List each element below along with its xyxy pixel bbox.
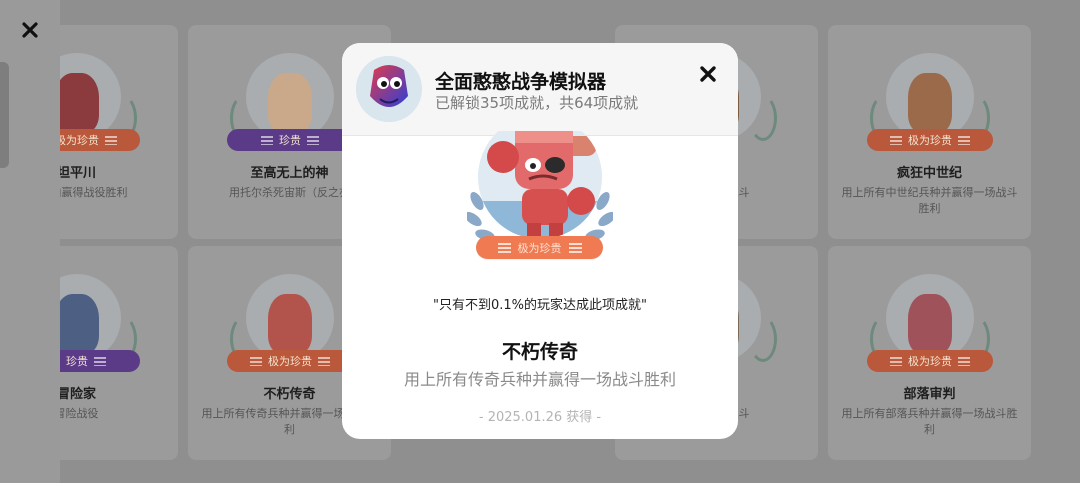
card-title: 疯狂中世纪: [896, 166, 962, 181]
badge-stripes-icon: [958, 135, 970, 145]
rarity-badge: 极为珍贵: [60, 129, 140, 151]
sidebar-tab[interactable]: [0, 62, 9, 168]
achievement-name: 不朽传奇: [501, 341, 578, 363]
badge-stripes-icon: [497, 242, 511, 253]
rarity-badge: 极为珍贵: [867, 350, 993, 372]
badge-stripes-icon: [307, 135, 319, 145]
card-title: 冒险家: [60, 387, 96, 402]
achievement-card[interactable]: 极为珍贵疯狂中世纪用上所有中世纪兵种并赢得一场战斗胜利: [828, 25, 1031, 239]
card-description: 用上所有中世纪兵种并赢得一场战斗胜利: [841, 186, 1018, 215]
badge-stripes-icon: [261, 135, 273, 145]
rarity-badge-label: 极为珍贵: [60, 134, 99, 147]
achievement-card[interactable]: 珍贵冒险家冒险战役: [60, 246, 178, 460]
achievement-thumbnail: [246, 274, 334, 362]
rarity-badge: 极为珍贵: [476, 236, 603, 259]
character-figure: [908, 294, 952, 354]
laurel-icon: [749, 95, 777, 141]
achievement-card[interactable]: 极为珍贵坦平川 10秒内赢得战役胜利: [60, 25, 178, 239]
dialog-close-button[interactable]: [694, 60, 722, 88]
achievement-description: 用上所有传奇兵种并赢得一场战斗胜利: [403, 370, 676, 389]
badge-stripes-icon: [94, 356, 106, 366]
rarity-badge: 极为珍贵: [227, 350, 353, 372]
achievement-thumbnail: [886, 53, 974, 141]
rarity-badge: 极为珍贵: [867, 129, 993, 151]
rarity-badge-label: 极为珍贵: [517, 241, 562, 255]
screen-close-button[interactable]: [18, 18, 42, 42]
badge-stripes-icon: [250, 356, 262, 366]
character-figure: [268, 73, 312, 133]
badge-stripes-icon: [568, 242, 582, 253]
badge-stripes-icon: [105, 135, 117, 145]
character-figure: [60, 294, 99, 354]
game-icon: [356, 56, 422, 122]
rarity-badge: 珍贵: [227, 129, 353, 151]
card-description: 10秒内赢得战役胜利: [60, 186, 128, 199]
rarity-badge-label: 珍贵: [66, 355, 88, 368]
achievement-thumbnail: [246, 53, 334, 141]
game-title: 全面憨憨战争模拟器: [435, 71, 607, 93]
character-figure: [268, 294, 312, 354]
achievement-detail-dialog: 全面憨憨战争模拟器 已解锁35项成就，共64项成就 极为珍贵 "只有不到0.1%…: [342, 43, 738, 439]
rarity-text: "只有不到0.1%的玩家达成此项成就": [433, 298, 647, 313]
rarity-badge-label: 极为珍贵: [908, 355, 952, 368]
badge-stripes-icon: [890, 135, 902, 145]
rarity-badge-label: 极为珍贵: [908, 134, 952, 147]
card-description: 冒险战役: [60, 407, 99, 420]
rarity-badge: 珍贵: [60, 350, 140, 372]
card-title: 部落审判: [903, 387, 956, 402]
badge-stripes-icon: [318, 356, 330, 366]
dialog-header: 全面憨憨战争模拟器 已解锁35项成就，共64项成就: [342, 43, 738, 136]
badge-stripes-icon: [890, 356, 902, 366]
rarity-badge-label: 珍贵: [279, 134, 301, 147]
character-figure: [908, 73, 952, 133]
left-sidebar: [0, 0, 60, 483]
laurel-icon: [749, 316, 777, 362]
card-description: 用上所有部落兵种并赢得一场战斗胜利: [841, 407, 1018, 436]
badge-stripes-icon: [958, 356, 970, 366]
unlock-date: - 2025.01.26 获得 -: [478, 410, 602, 425]
close-icon: [22, 22, 38, 38]
achievement-progress: 已解锁35项成就，共64项成就: [435, 94, 639, 112]
achievement-thumbnail: [886, 274, 974, 362]
card-title: 坦平川: [60, 166, 96, 181]
rarity-badge-label: 极为珍贵: [268, 355, 312, 368]
achievement-card[interactable]: 极为珍贵部落审判用上所有部落兵种并赢得一场战斗胜利: [828, 246, 1031, 460]
close-icon: [700, 66, 716, 82]
character-figure: [60, 73, 99, 133]
